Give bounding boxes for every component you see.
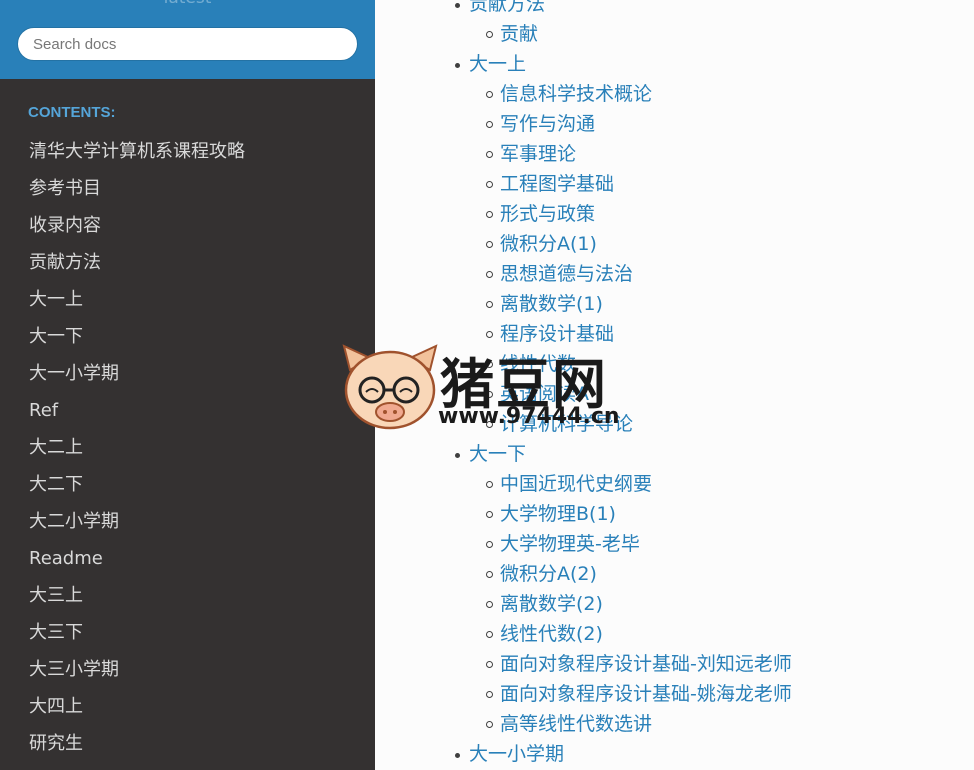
search-input[interactable]	[17, 27, 358, 61]
toc-link[interactable]: 计算机科学导论	[500, 413, 633, 435]
toc-link[interactable]: 中国近现代史纲要	[500, 473, 652, 495]
toc-subitem: 中国近现代史纲要	[375, 469, 792, 499]
toc-subitem: 线性代数(2)	[375, 619, 792, 649]
toc-subitem: 思想道德与法治	[375, 259, 792, 289]
toc-link[interactable]: 大一上	[469, 53, 526, 75]
sidebar-item-readme[interactable]: Readme	[0, 540, 375, 577]
toc-section: 贡献方法	[375, 0, 792, 19]
toc-link[interactable]: 信息科学技术概论	[500, 83, 652, 105]
sidebar-item-y1-fall[interactable]: 大一上	[0, 281, 375, 318]
sidebar-item-contribute[interactable]: 贡献方法	[0, 244, 375, 281]
toc-link[interactable]: 写作与沟通	[500, 113, 595, 135]
sidebar-item-contents[interactable]: 收录内容	[0, 207, 375, 244]
version-label: latest	[0, 0, 375, 8]
toc-subitem: 写作与沟通	[375, 109, 792, 139]
sidebar-item-graduate[interactable]: 研究生	[0, 725, 375, 762]
toc-link[interactable]: 线性代数	[500, 353, 576, 375]
sidebar-item-y4-fall[interactable]: 大四上	[0, 688, 375, 725]
search-area: latest	[0, 0, 375, 79]
sidebar-item-y2-fall[interactable]: 大二上	[0, 429, 375, 466]
toc-section: 大一下	[375, 439, 792, 469]
sidebar-item-references[interactable]: 参考书目	[0, 170, 375, 207]
sidebar-item-ref[interactable]: Ref	[0, 392, 375, 429]
sidebar-item-y1-spring[interactable]: 大一下	[0, 318, 375, 355]
toc-link[interactable]: 英语阅读A	[500, 383, 589, 405]
toc-subitem: 计算机科学导论	[375, 409, 792, 439]
sidebar-item-y3-spring[interactable]: 大三下	[0, 614, 375, 651]
toc-link[interactable]: 面向对象程序设计基础-刘知远老师	[500, 653, 792, 675]
toc-tree: 贡献方法 贡献 大一上 信息科学技术概论 写作与沟通 军事理论 工程图学基础 形…	[375, 0, 792, 769]
toc-section: 大一小学期	[375, 739, 792, 769]
sidebar-item-y2-summer[interactable]: 大二小学期	[0, 503, 375, 540]
toc-link[interactable]: 大学物理B(1)	[500, 503, 616, 525]
toc-link[interactable]: 微积分A(2)	[500, 563, 597, 585]
main-content: 贡献方法 贡献 大一上 信息科学技术概论 写作与沟通 军事理论 工程图学基础 形…	[375, 0, 974, 770]
toc-subitem: 形式与政策	[375, 199, 792, 229]
sidebar-item-y2-spring[interactable]: 大二下	[0, 466, 375, 503]
toc-link[interactable]: 大一小学期	[469, 743, 564, 765]
toc-link[interactable]: 大一下	[469, 443, 526, 465]
toc-link[interactable]: 思想道德与法治	[500, 263, 633, 285]
toc-subitem: 面向对象程序设计基础-刘知远老师	[375, 649, 792, 679]
toc-subitem: 面向对象程序设计基础-姚海龙老师	[375, 679, 792, 709]
toc-link[interactable]: 面向对象程序设计基础-姚海龙老师	[500, 683, 792, 705]
toc-section: 大一上	[375, 49, 792, 79]
toc-link[interactable]: 微积分A(1)	[500, 233, 597, 255]
sidebar-item-y3-fall[interactable]: 大三上	[0, 577, 375, 614]
toc-link[interactable]: 高等线性代数选讲	[500, 713, 652, 735]
sidebar-item-home[interactable]: 清华大学计算机系课程攻略	[0, 133, 375, 170]
toc-subitem: 离散数学(2)	[375, 589, 792, 619]
toc-subitem: 贡献	[375, 19, 792, 49]
toc-link[interactable]: 贡献方法	[469, 0, 545, 15]
toc-subitem: 线性代数	[375, 349, 792, 379]
toc-subitem: 高等线性代数选讲	[375, 709, 792, 739]
toc-link[interactable]: 工程图学基础	[500, 173, 614, 195]
toc-subitem: 大学物理B(1)	[375, 499, 792, 529]
toc-subitem: 英语阅读A	[375, 379, 792, 409]
toc-link[interactable]: 大学物理英-老毕	[500, 533, 640, 555]
toc-link[interactable]: 贡献	[500, 23, 538, 45]
contents-caption: CONTENTS:	[28, 104, 116, 121]
toc-subitem: 程序设计基础	[375, 319, 792, 349]
toc-subitem: 微积分A(2)	[375, 559, 792, 589]
sidebar: latest CONTENTS: 清华大学计算机系课程攻略 参考书目 收录内容 …	[0, 0, 375, 770]
toc-link[interactable]: 线性代数(2)	[500, 623, 603, 645]
toc-subitem: 离散数学(1)	[375, 289, 792, 319]
toc-link[interactable]: 形式与政策	[500, 203, 595, 225]
toc-subitem: 大学物理英-老毕	[375, 529, 792, 559]
toc-link[interactable]: 军事理论	[500, 143, 576, 165]
toc-link[interactable]: 离散数学(1)	[500, 293, 603, 315]
toc-link[interactable]: 离散数学(2)	[500, 593, 603, 615]
sidebar-item-y1-summer[interactable]: 大一小学期	[0, 355, 375, 392]
toc-link[interactable]: 程序设计基础	[500, 323, 614, 345]
toc-subitem: 工程图学基础	[375, 169, 792, 199]
toc-subitem: 军事理论	[375, 139, 792, 169]
toc-subitem: 信息科学技术概论	[375, 79, 792, 109]
sidebar-nav: 清华大学计算机系课程攻略 参考书目 收录内容 贡献方法 大一上 大一下 大一小学…	[0, 133, 375, 762]
toc-subitem: 微积分A(1)	[375, 229, 792, 259]
sidebar-item-y3-summer[interactable]: 大三小学期	[0, 651, 375, 688]
